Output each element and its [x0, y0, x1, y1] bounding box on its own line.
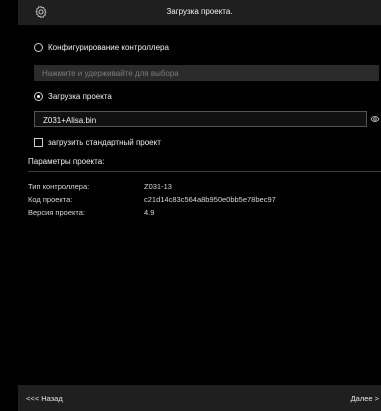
- radio-load-project-label[interactable]: Загрузка проекта: [48, 92, 112, 101]
- params-divider: [28, 171, 381, 172]
- eye-icon[interactable]: [370, 114, 380, 124]
- app-window: Загрузка проекта. Конфигурирование контр…: [0, 0, 381, 411]
- project-code-key: Код проекта:: [28, 195, 73, 204]
- file-input-value: Z031+Alisa.bin: [43, 116, 97, 125]
- file-input[interactable]: Z031+Alisa.bin: [34, 111, 380, 127]
- radio-configure[interactable]: [34, 43, 43, 52]
- standard-project-label[interactable]: загрузить стандартный проект: [48, 138, 161, 147]
- project-version-key: Версия проекта:: [28, 208, 85, 217]
- project-version-value: 4.9: [144, 208, 155, 217]
- bottom-nav-bar: <<< Назад Далее >: [18, 385, 381, 411]
- controller-type-key: Тип контроллера:: [28, 182, 90, 191]
- controller-type-value: Z031-13: [144, 182, 172, 191]
- title-bar: Загрузка проекта.: [18, 0, 381, 25]
- configure-select[interactable]: Нажмите и удерживайте для выбора: [34, 65, 379, 81]
- next-button[interactable]: Далее >: [351, 394, 379, 403]
- configure-select-hint: Нажмите и удерживайте для выбора: [42, 69, 179, 78]
- page-title: Загрузка проекта.: [166, 7, 233, 16]
- standard-project-checkbox[interactable]: [34, 138, 43, 147]
- main-content: Конфигурирование контроллера Нажмите и у…: [18, 25, 381, 385]
- project-code-value: c21d14c83c564a8b950e0bb5e78bec97: [144, 195, 276, 204]
- params-heading: Параметры проекта:: [28, 157, 105, 166]
- back-button[interactable]: <<< Назад: [26, 394, 63, 403]
- radio-load-project[interactable]: [34, 92, 43, 101]
- radio-configure-label[interactable]: Конфигурирование контроллера: [48, 43, 169, 52]
